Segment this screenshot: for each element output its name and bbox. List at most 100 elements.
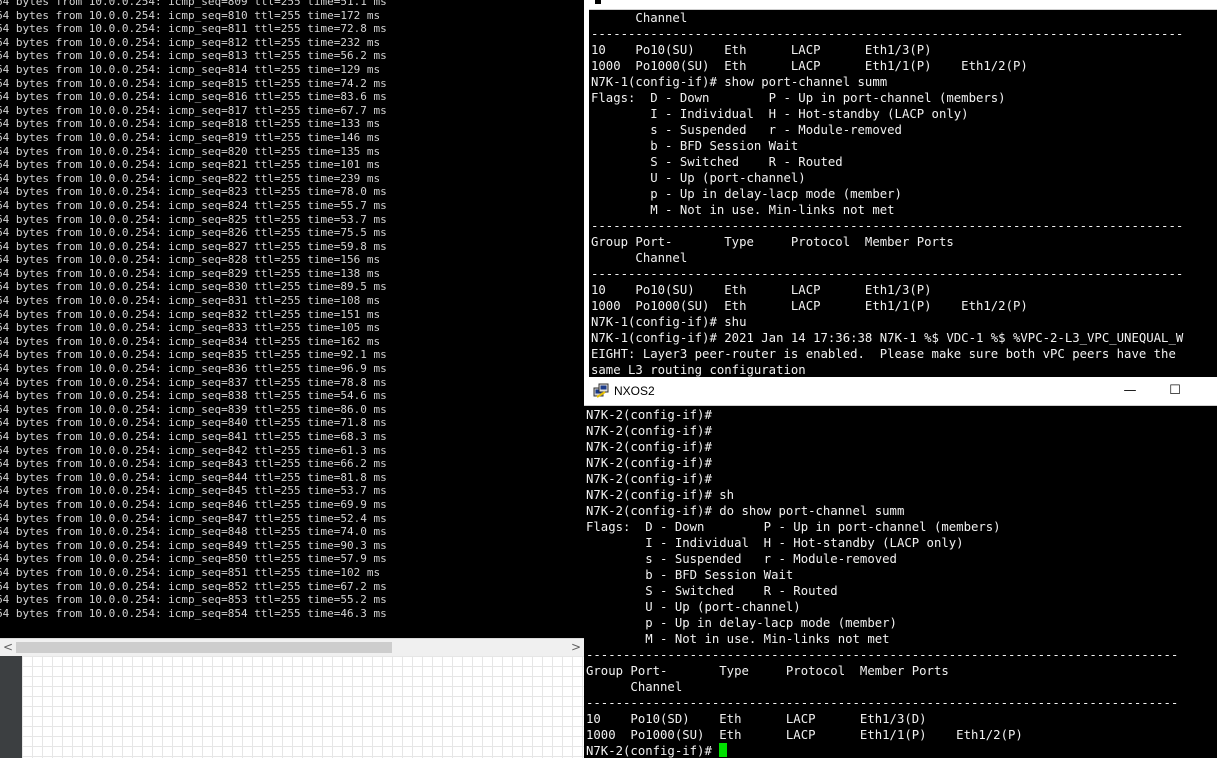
prompt-text: N7K-2(config-if)# [586, 744, 720, 758]
ping-line: 64 bytes from 10.0.0.254: icmp_seq=838 t… [0, 389, 387, 403]
ping-line: 64 bytes from 10.0.0.254: icmp_seq=811 t… [0, 22, 387, 36]
ping-line: 64 bytes from 10.0.0.254: icmp_seq=850 t… [0, 552, 387, 566]
ping-line: 64 bytes from 10.0.0.254: icmp_seq=834 t… [0, 334, 381, 348]
ping-line: 64 bytes from 10.0.0.254: icmp_seq=831 t… [0, 294, 381, 308]
terminal-line: M - Not in use. Min-links not met [591, 203, 895, 217]
terminal-line: S - Switched R - Routed [586, 584, 838, 598]
nxos1-terminal[interactable]: Channel ---------------------------------… [589, 0, 1217, 378]
terminal-line: N7K-1(config-if)# show port-channel summ [591, 75, 888, 89]
ping-line: 64 bytes from 10.0.0.254: icmp_seq=816 t… [0, 90, 387, 104]
scrollbar-thumb[interactable] [16, 642, 392, 653]
ping-line: 64 bytes from 10.0.0.254: icmp_seq=848 t… [0, 525, 387, 539]
ping-line: 64 bytes from 10.0.0.254: icmp_seq=830 t… [0, 280, 387, 294]
window-title: NXOS2 [614, 384, 655, 398]
ping-line: 64 bytes from 10.0.0.254: icmp_seq=852 t… [0, 579, 387, 593]
terminal-line: S - Switched R - Routed [591, 155, 843, 169]
nxos1-output: Channel ---------------------------------… [591, 10, 1183, 378]
ping-line: 64 bytes from 10.0.0.254: icmp_seq=820 t… [0, 144, 381, 158]
terminal-line: p - Up in delay-lacp mode (member) [586, 616, 897, 630]
ping-line: 64 bytes from 10.0.0.254: icmp_seq=822 t… [0, 171, 381, 185]
terminal-line: 1000 Po1000(SU) Eth LACP Eth1/1(P) Eth1/… [586, 728, 1023, 742]
ping-line: 64 bytes from 10.0.0.254: icmp_seq=809 t… [0, 0, 387, 8]
side-strip [0, 656, 22, 758]
ping-line: 64 bytes from 10.0.0.254: icmp_seq=832 t… [0, 307, 381, 321]
terminal-line: Group Port- Type Protocol Member Ports [591, 235, 954, 249]
nxos2-window[interactable]: NXOS2 — ☐ ✕ N7K-2(config-if)# N7K-2(confi… [584, 377, 1217, 758]
minimize-icon[interactable]: — [1107, 377, 1153, 405]
ping-line: 64 bytes from 10.0.0.254: icmp_seq=819 t… [0, 130, 381, 144]
nxos2-titlebar[interactable]: NXOS2 — ☐ ✕ [584, 377, 1217, 406]
terminal-line: p - Up in delay-lacp mode (member) [591, 187, 902, 201]
ping-line: 64 bytes from 10.0.0.254: icmp_seq=813 t… [0, 49, 387, 63]
ping-line: 64 bytes from 10.0.0.254: icmp_seq=818 t… [0, 117, 381, 131]
text-cursor [719, 743, 728, 757]
ping-line: 64 bytes from 10.0.0.254: icmp_seq=827 t… [0, 239, 387, 253]
terminal-line: U - Up (port-channel) [591, 171, 806, 185]
terminal-line: I - Individual H - Hot-standby (LACP onl… [591, 107, 969, 121]
ping-line: 64 bytes from 10.0.0.254: icmp_seq=851 t… [0, 565, 381, 579]
ping-line: 64 bytes from 10.0.0.254: icmp_seq=815 t… [0, 76, 387, 90]
ping-line: 64 bytes from 10.0.0.254: icmp_seq=825 t… [0, 212, 387, 226]
terminal-line: N7K-2(config-if)# [586, 424, 712, 438]
terminal-line: 10 Po10(SU) Eth LACP Eth1/3(P) [591, 283, 932, 297]
ping-line: 64 bytes from 10.0.0.254: icmp_seq=839 t… [0, 402, 387, 416]
ping-line: 64 bytes from 10.0.0.254: icmp_seq=842 t… [0, 443, 387, 457]
ping-line: 64 bytes from 10.0.0.254: icmp_seq=821 t… [0, 158, 381, 172]
terminal-line: N7K-1(config-if)# 2021 Jan 14 17:36:38 N… [591, 331, 1184, 345]
terminal-line: 1000 Po1000(SU) Eth LACP Eth1/1(P) Eth1/… [591, 59, 1028, 73]
ping-line: 64 bytes from 10.0.0.254: icmp_seq=843 t… [0, 457, 387, 471]
terminal-line: Channel [591, 11, 688, 25]
horizontal-scrollbar[interactable]: < > [0, 638, 584, 656]
terminal-line: U - Up (port-channel) [586, 600, 801, 614]
terminal-line: Flags: D - Down P - Up in port-channel (… [586, 520, 1001, 534]
grid-canvas[interactable] [22, 656, 584, 758]
terminal-line: s - Suspended r - Module-removed [586, 552, 897, 566]
terminal-line: EIGHT: Layer3 peer-router is enabled. Pl… [591, 347, 1176, 361]
terminal-line: M - Not in use. Min-links not met [586, 632, 890, 646]
terminal-line: N7K-2(config-if)# [586, 408, 712, 422]
scroll-left-icon[interactable]: < [0, 639, 16, 656]
terminal-line: ----------------------------------------… [591, 267, 1184, 281]
terminal-line: Flags: D - Down P - Up in port-channel (… [591, 91, 1006, 105]
ping-line: 64 bytes from 10.0.0.254: icmp_seq=833 t… [0, 321, 381, 335]
scroll-right-icon[interactable]: > [568, 639, 584, 656]
ping-line: 64 bytes from 10.0.0.254: icmp_seq=810 t… [0, 8, 381, 22]
terminal-line: Channel [591, 251, 688, 265]
ping-line: 64 bytes from 10.0.0.254: icmp_seq=817 t… [0, 103, 387, 117]
terminal-line: 1000 Po1000(SU) Eth LACP Eth1/1(P) Eth1/… [591, 299, 1028, 313]
ping-line: 64 bytes from 10.0.0.254: icmp_seq=849 t… [0, 538, 387, 552]
maximize-icon[interactable]: ☐ [1152, 377, 1198, 405]
ping-line: 64 bytes from 10.0.0.254: icmp_seq=814 t… [0, 62, 381, 76]
terminal-line: N7K-2(config-if)# [586, 472, 712, 486]
terminal-line: N7K-2(config-if)# do show port-channel s… [586, 504, 905, 518]
terminal-line: s - Suspended r - Module-removed [591, 123, 902, 137]
ping-terminal[interactable]: 64 bytes from 10.0.0.254: icmp_seq=809 t… [0, 0, 584, 638]
terminal-line: N7K-2(config-if)# [586, 456, 712, 470]
ping-line: 64 bytes from 10.0.0.254: icmp_seq=828 t… [0, 253, 381, 267]
close-icon[interactable]: ✕ [1198, 377, 1217, 405]
ping-line: 64 bytes from 10.0.0.254: icmp_seq=853 t… [0, 593, 387, 607]
ping-line: 64 bytes from 10.0.0.254: icmp_seq=826 t… [0, 226, 387, 240]
terminal-line: b - BFD Session Wait [591, 139, 799, 153]
ping-line: 64 bytes from 10.0.0.254: icmp_seq=836 t… [0, 362, 387, 376]
terminal-line: b - BFD Session Wait [586, 568, 794, 582]
prompt-line[interactable]: N7K-2(config-if)# [586, 743, 1178, 758]
terminal-line: I - Individual H - Hot-standby (LACP onl… [586, 536, 964, 550]
terminal-line: N7K-2(config-if)# [586, 440, 712, 454]
ping-line: 64 bytes from 10.0.0.254: icmp_seq=835 t… [0, 348, 387, 362]
ping-line: 64 bytes from 10.0.0.254: icmp_seq=847 t… [0, 511, 387, 525]
terminal-line: Group Port- Type Protocol Member Ports [586, 664, 949, 678]
ping-line: 64 bytes from 10.0.0.254: icmp_seq=824 t… [0, 198, 387, 212]
ping-output: 64 bytes from 10.0.0.254: icmp_seq=809 t… [0, 0, 387, 620]
terminal-line: Channel [586, 680, 683, 694]
ping-line: 64 bytes from 10.0.0.254: icmp_seq=812 t… [0, 35, 381, 49]
ping-line: 64 bytes from 10.0.0.254: icmp_seq=845 t… [0, 484, 387, 498]
nxos1-titlebar-edge [589, 0, 1217, 10]
ping-line: 64 bytes from 10.0.0.254: icmp_seq=840 t… [0, 416, 387, 430]
ping-line: 64 bytes from 10.0.0.254: icmp_seq=829 t… [0, 266, 381, 280]
terminal-line: 10 Po10(SD) Eth LACP Eth1/3(D) [586, 712, 927, 726]
terminal-line: ----------------------------------------… [591, 27, 1184, 41]
terminal-line: 10 Po10(SU) Eth LACP Eth1/3(P) [591, 43, 932, 57]
ping-line: 64 bytes from 10.0.0.254: icmp_seq=854 t… [0, 606, 387, 620]
ping-line: 64 bytes from 10.0.0.254: icmp_seq=837 t… [0, 375, 387, 389]
